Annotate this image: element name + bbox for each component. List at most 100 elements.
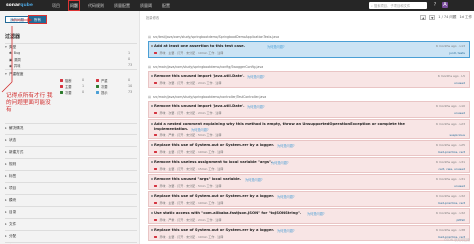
why-link[interactable]: 为何是问题?	[247, 74, 265, 79]
facet-label: 目录	[9, 210, 17, 214]
facet-label: 文件	[9, 222, 17, 226]
issues-toolbar: 批量修改 ▲ ▼ 1 / 74 问题 1d 工作	[146, 13, 472, 21]
why-link[interactable]: 为何是问题?	[277, 194, 295, 199]
severity-icon	[154, 81, 157, 85]
issue-checkbox[interactable]	[150, 177, 153, 180]
issue-tags[interactable]: pitfall	[457, 218, 465, 222]
facet-label: 新建方式	[9, 150, 24, 154]
facet-directory[interactable]: ▸ 目录	[5, 210, 16, 215]
facet-creation[interactable]: ▸ 新建方式	[5, 150, 23, 155]
why-link[interactable]: 为何是问题?	[277, 228, 295, 233]
facet-file[interactable]: ▸ 文件	[5, 222, 16, 227]
file-path-text: src/main/java/com/study/springbootdemo/c…	[153, 95, 267, 99]
why-link[interactable]: 为何是问题?	[247, 104, 265, 109]
issue-meta-text: 异味 · 次要 · 打开 · 未分配 · 2min 工作 · 注释	[159, 81, 222, 85]
issue-meta: 异味 · 次要 · 打开 · 未分配 · 2min 工作 · 注释	[154, 111, 221, 115]
severity-icon	[154, 51, 157, 55]
issue-title: Remove this unused import 'java.util.Dat…	[154, 74, 245, 78]
facet-label: 标签	[9, 174, 17, 178]
issue-card[interactable]: Add at least one assertion to this test …	[148, 41, 470, 58]
bulk-change-button[interactable]: 批量修改	[146, 15, 159, 20]
issue-card[interactable]: Replace this use of System.out or System…	[148, 225, 470, 241]
file-path[interactable]: ▤ src/main/java/com/study/springbootdemo/…	[148, 95, 266, 99]
issue-checkbox[interactable]	[150, 228, 153, 231]
issue-meta: 异味 · 主要 · 打开 · 未分配 · 10min 工作 · 注释	[154, 235, 223, 239]
why-link[interactable]: 为何是问题?	[307, 211, 325, 216]
facet-label: 分配	[9, 234, 17, 238]
facet-status[interactable]: ▸ 状态	[5, 138, 16, 143]
facet-rules[interactable]: ▸ 规则	[5, 162, 16, 167]
issue-tags[interactable]: unused	[454, 184, 465, 188]
file-path[interactable]: ▤ src/main/java/com/study/springbootdemo/…	[148, 65, 263, 69]
facet-label: 状态	[9, 138, 17, 142]
issue-age: 6 months ago · L25	[435, 143, 465, 147]
nav-quality-gates[interactable]: 质量阈	[138, 0, 154, 11]
next-issue-button[interactable]: ▼	[429, 14, 436, 20]
project-tag: ▤	[148, 35, 152, 39]
issue-meta-text: 异味 · 主要 · 打开 · 未分配 · 15min 工作 · 注释	[159, 167, 224, 171]
issue-age: 6 months ago · L31	[435, 160, 465, 164]
why-link[interactable]: 为何是问题?	[271, 160, 289, 165]
issue-meta-text: 异味 · 主要 · 打开 · 未分配 · 10min 工作 · 注释	[159, 51, 224, 55]
issue-tags[interactable]: bad-practice, cert	[438, 201, 465, 205]
issue-age: 6 months ago · L5	[437, 74, 465, 78]
issue-tags[interactable]: bad-practice, cert	[438, 150, 465, 154]
issue-checkbox[interactable]	[150, 211, 153, 214]
issue-meta-text: 异味 · 次要 · 打开 · 未分配 · 2min 工作 · 注释	[159, 111, 222, 115]
avatar[interactable]: A	[442, 2, 448, 8]
issue-checkbox[interactable]	[150, 44, 153, 47]
issue-count: 1 / 74 问题	[438, 14, 457, 19]
search-placeholder: 搜索项目、子项目和文件	[373, 4, 411, 8]
issue-meta-text: 异味 · 主要 · 打开 · 未分配 · 10min 工作 · 注释	[159, 235, 224, 239]
severity-icon	[154, 201, 157, 205]
divider	[5, 230, 137, 231]
divider	[5, 194, 137, 195]
issue-checkbox[interactable]	[150, 143, 153, 146]
issue-checkbox[interactable]	[150, 160, 153, 163]
divider	[5, 242, 137, 243]
issue-checkbox[interactable]	[150, 194, 153, 197]
issue-meta-text: 异味 · 次要 · 打开 · 未分配 · 5min 工作 · 注释	[159, 184, 222, 188]
issue-checkbox[interactable]	[150, 122, 153, 125]
issue-card[interactable]: Use static access with "com.alibaba.fast…	[148, 208, 470, 224]
issue-title: Use static access with "com.alibaba.fast…	[154, 211, 302, 215]
issue-checkbox[interactable]	[150, 74, 153, 77]
project-tag: ▤	[148, 65, 152, 69]
issue-age: 6 months ago · L13	[435, 44, 465, 48]
issue-tags[interactable]: cert, cwe, unused	[438, 167, 465, 171]
issue-card[interactable]: Add a nested comment explaining why this…	[148, 119, 470, 139]
issue-card[interactable]: Replace this use of System.out or System…	[148, 191, 470, 207]
issue-tags[interactable]: suspicious	[449, 133, 465, 137]
facet-tags[interactable]: ▸ 标签	[5, 174, 16, 179]
why-link[interactable]: 为何是问题?	[277, 143, 295, 148]
issue-tags[interactable]: unused	[454, 111, 465, 115]
issue-title: Remove this unused "args" local variable…	[154, 177, 242, 181]
help-icon[interactable]: ?	[432, 2, 438, 8]
facet-module[interactable]: ▸ 模块	[5, 198, 16, 203]
issue-checkbox[interactable]	[150, 104, 153, 107]
issue-card[interactable]: Remove this unused "args" local variable…	[148, 174, 470, 190]
nav-administration[interactable]: 配置	[160, 0, 172, 11]
issue-tags[interactable]: unused	[454, 81, 465, 85]
facet-assignee[interactable]: ▸ 分配	[5, 234, 16, 239]
issue-card[interactable]: Replace this use of System.out or System…	[148, 140, 470, 156]
issue-card[interactable]: Remove this useless assignment to local …	[148, 157, 470, 173]
divider	[5, 206, 137, 207]
issue-card[interactable]: Remove this unused import 'java.util.Dat…	[148, 101, 470, 118]
issue-card[interactable]: Remove this unused import 'java.util.Dat…	[148, 71, 470, 88]
issue-tags[interactable]: junit, tests	[449, 51, 465, 55]
prev-issue-button[interactable]: ▲	[420, 14, 427, 20]
issue-age: 6 months ago · L38	[435, 228, 465, 232]
file-path[interactable]: ▤ src/test/java/com/study/springbootdemo/…	[148, 35, 279, 39]
why-link[interactable]: 为何是问题?	[191, 127, 209, 132]
facet-label: 项目	[9, 186, 17, 190]
annotation-arrow	[1, 17, 33, 93]
why-link[interactable]: 为何是问题?	[245, 177, 263, 182]
why-link[interactable]: 为何是问题?	[267, 44, 285, 49]
issue-meta-text: 异味 · 主要 · 打开 · 未分配 · 10min 工作 · 注释	[159, 201, 224, 205]
search-input[interactable]: ⌕ 搜索项目、子项目和文件	[369, 2, 427, 9]
facet-project[interactable]: ▸ 项目	[5, 186, 16, 191]
facet-resolution[interactable]: ▸ 解决情况	[5, 126, 23, 131]
divider	[5, 218, 137, 219]
issue-meta: 异味 · 次要 · 打开 · 未分配 · 2min 工作 · 注释	[154, 81, 221, 85]
